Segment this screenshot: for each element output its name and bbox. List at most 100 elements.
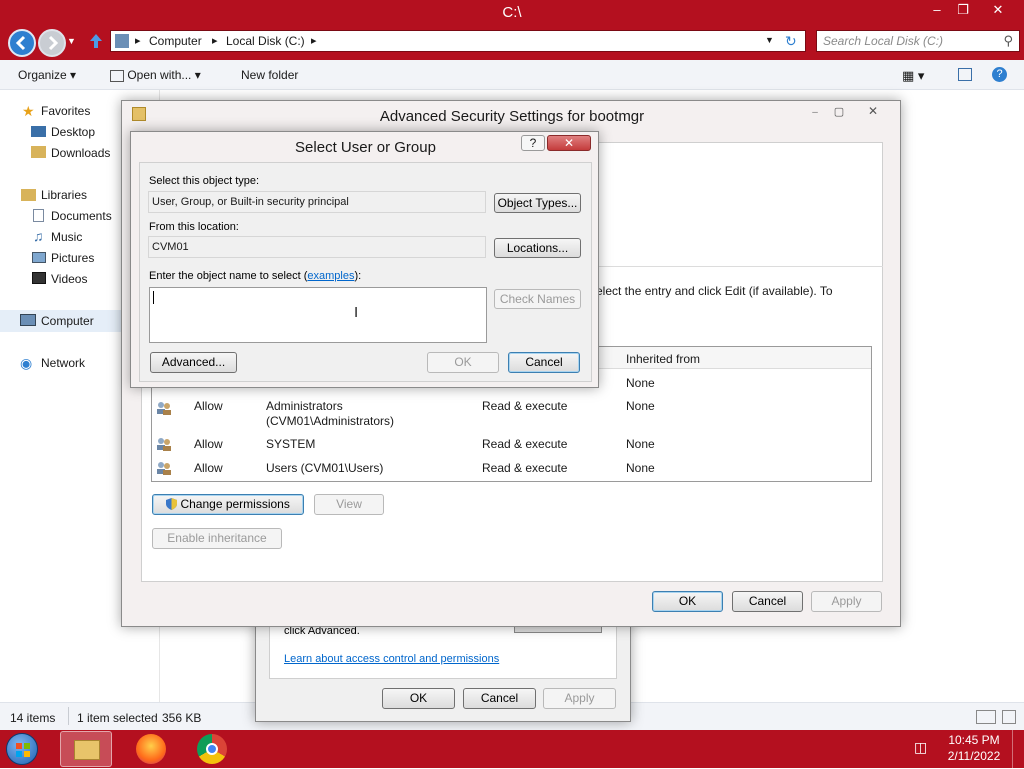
preview-pane-icon[interactable] bbox=[958, 68, 972, 81]
clock-date[interactable]: 2/11/2022 bbox=[946, 749, 1002, 763]
minimize-button[interactable]: – bbox=[806, 107, 824, 119]
change-permissions-button[interactable]: Change permissions bbox=[152, 494, 304, 515]
advanced-search-button[interactable]: Advanced... bbox=[150, 352, 237, 373]
nav-music[interactable]: Music bbox=[51, 230, 82, 244]
location-field: CVM01 bbox=[148, 236, 486, 258]
advanced-close-button[interactable]: ✕ bbox=[858, 104, 888, 119]
view-options-icon[interactable]: ▦ ▾ bbox=[902, 68, 924, 84]
object-name-label: Enter the object name to select (example… bbox=[149, 270, 361, 282]
maximize-button[interactable]: ▢ bbox=[828, 105, 850, 119]
forward-button[interactable] bbox=[38, 29, 66, 57]
taskbar-explorer-button[interactable] bbox=[60, 731, 112, 767]
nav-downloads[interactable]: Downloads bbox=[51, 146, 110, 160]
object-type-label: Select this object type: bbox=[149, 175, 260, 187]
breadcrumb-local-disk[interactable]: Local Disk (C:) bbox=[226, 34, 305, 48]
refresh-icon[interactable]: ↻ bbox=[785, 33, 803, 49]
entry-principal: SYSTEM bbox=[266, 437, 316, 451]
entry-principal-detail: (CVM01\Administrators) bbox=[266, 414, 395, 428]
search-icon[interactable]: ⚲ bbox=[1003, 33, 1013, 49]
breadcrumb-computer[interactable]: Computer bbox=[149, 34, 202, 48]
table-row[interactable]: Allow Administrators (CVM01\Administrato… bbox=[152, 393, 871, 431]
ibeam-cursor-icon: I bbox=[354, 304, 359, 321]
address-dropdown-icon[interactable]: ▼ bbox=[765, 35, 774, 45]
app-icon bbox=[110, 69, 124, 82]
view-button[interactable]: View bbox=[314, 494, 384, 515]
forward-arrow-icon bbox=[48, 35, 59, 51]
breadcrumb-arrow-icon[interactable]: ▸ bbox=[311, 34, 317, 47]
location-label: From this location: bbox=[149, 221, 239, 233]
select-ok-button[interactable]: OK bbox=[427, 352, 499, 373]
up-arrow-icon[interactable] bbox=[88, 32, 104, 50]
nav-computer[interactable]: Computer bbox=[41, 314, 94, 328]
pictures-icon bbox=[32, 252, 46, 263]
enable-inheritance-button[interactable]: Enable inheritance bbox=[152, 528, 282, 549]
examples-link[interactable]: examples bbox=[307, 270, 354, 282]
entry-inherited: None bbox=[626, 461, 655, 475]
uac-shield-icon bbox=[166, 497, 178, 510]
documents-icon bbox=[33, 209, 44, 222]
advanced-dialog-title: Advanced Security Settings for bootmgr bbox=[379, 108, 645, 125]
nav-desktop[interactable]: Desktop bbox=[51, 125, 95, 139]
breadcrumb-arrow-icon[interactable]: ▸ bbox=[135, 34, 141, 47]
check-names-button[interactable]: Check Names bbox=[494, 289, 581, 309]
locations-button[interactable]: Locations... bbox=[494, 238, 581, 258]
entry-access: Read & execute bbox=[482, 461, 568, 475]
help-button[interactable]: ? bbox=[521, 135, 545, 151]
network-tray-icon[interactable]: ◫ bbox=[914, 739, 932, 755]
large-icons-view-icon[interactable] bbox=[1002, 710, 1016, 724]
recent-pages-chevron-icon[interactable]: ▼ bbox=[67, 36, 76, 46]
object-name-input[interactable]: I bbox=[149, 287, 487, 343]
advanced-cancel-button[interactable]: Cancel bbox=[732, 591, 803, 612]
entry-type: Allow bbox=[194, 399, 223, 413]
help-icon[interactable]: ? bbox=[992, 67, 1007, 82]
object-type-field: User, Group, or Built-in security princi… bbox=[148, 191, 486, 213]
firefox-icon[interactable] bbox=[136, 734, 166, 764]
new-folder-button[interactable]: New folder bbox=[241, 68, 298, 82]
entry-type: Allow bbox=[194, 461, 223, 475]
nav-libraries[interactable]: Libraries bbox=[41, 188, 87, 202]
select-dialog-body: Select this object type: User, Group, or… bbox=[139, 162, 592, 382]
chrome-icon[interactable] bbox=[197, 734, 227, 764]
open-with-label: Open with... bbox=[127, 68, 192, 82]
restore-button[interactable]: ❐ bbox=[948, 0, 978, 20]
table-row[interactable]: Allow SYSTEM Read & execute None bbox=[152, 433, 871, 455]
properties-cancel-button[interactable]: Cancel bbox=[463, 688, 536, 709]
start-button[interactable] bbox=[6, 733, 38, 765]
nav-videos[interactable]: Videos bbox=[51, 272, 87, 286]
clock-time[interactable]: 10:45 PM bbox=[946, 733, 1002, 747]
table-row[interactable]: Allow Users (CVM01\Users) Read & execute… bbox=[152, 457, 871, 479]
nav-documents[interactable]: Documents bbox=[51, 209, 112, 223]
instruction-text: elect the entry and click Edit (if avail… bbox=[596, 284, 833, 298]
network-icon: ◉ bbox=[20, 355, 33, 371]
status-divider bbox=[68, 707, 69, 725]
nav-favorites[interactable]: Favorites bbox=[41, 104, 90, 118]
selected-size: 356 KB bbox=[162, 711, 202, 725]
windows-logo-icon bbox=[16, 743, 30, 757]
breadcrumb-arrow-icon[interactable]: ▸ bbox=[212, 34, 218, 47]
address-bar[interactable]: ▸ Computer ▸ Local Disk (C:) ▸ ▼ ↻ bbox=[110, 30, 806, 52]
entry-inherited: None bbox=[626, 437, 655, 451]
open-with-button[interactable]: Open with... ▾ bbox=[110, 68, 201, 82]
user-group-icon bbox=[156, 461, 172, 475]
object-name-label-end: ): bbox=[354, 270, 362, 282]
nav-pictures[interactable]: Pictures bbox=[51, 251, 94, 265]
nav-network[interactable]: Network bbox=[41, 356, 85, 370]
advanced-ok-button[interactable]: OK bbox=[652, 591, 723, 612]
object-name-label-text: Enter the object name to select ( bbox=[149, 270, 308, 282]
col-inherited-from[interactable]: Inherited from bbox=[626, 352, 700, 366]
select-close-button[interactable]: ✕ bbox=[547, 135, 591, 151]
properties-apply-button[interactable]: Apply bbox=[543, 688, 616, 709]
details-view-icon[interactable] bbox=[976, 710, 996, 724]
select-cancel-button[interactable]: Cancel bbox=[508, 352, 580, 373]
close-window-button[interactable]: ✕ bbox=[980, 0, 1016, 20]
access-control-link[interactable]: Learn about access control and permissio… bbox=[284, 653, 499, 665]
advanced-apply-button[interactable]: Apply bbox=[811, 591, 882, 612]
back-button[interactable] bbox=[8, 29, 36, 57]
search-placeholder: Search Local Disk (C:) bbox=[823, 34, 944, 48]
search-input[interactable]: Search Local Disk (C:) ⚲ bbox=[816, 30, 1020, 52]
show-desktop-button[interactable] bbox=[1012, 730, 1024, 768]
entry-type: Allow bbox=[194, 437, 223, 451]
organize-button[interactable]: Organize ▾ bbox=[18, 68, 76, 82]
properties-ok-button[interactable]: OK bbox=[382, 688, 455, 709]
object-types-button[interactable]: Object Types... bbox=[494, 193, 581, 213]
